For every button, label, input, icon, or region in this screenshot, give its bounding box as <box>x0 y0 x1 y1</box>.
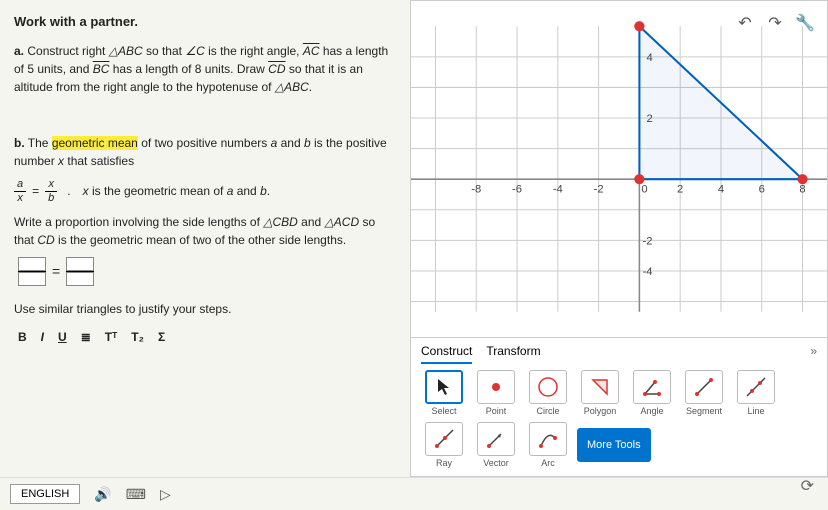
expand-icon[interactable]: » <box>810 344 817 364</box>
tool-vector[interactable]: Vector <box>473 422 519 468</box>
audio-icon[interactable]: 🔊 <box>94 486 111 503</box>
tool-select[interactable]: Select <box>421 370 467 416</box>
list-button[interactable]: ≣ <box>81 328 91 346</box>
numerator-input-1[interactable] <box>18 257 46 271</box>
vertex-point[interactable] <box>634 174 644 184</box>
coordinate-grid[interactable]: -8 -6 -4 -2 0 2 4 6 8 2 4 -2 -4 <box>411 1 827 337</box>
part-b: b. The geometric mean of two positive nu… <box>14 134 396 170</box>
tool-polygon[interactable]: Polygon <box>577 370 623 416</box>
vertex-point[interactable] <box>634 21 644 31</box>
tab-construct[interactable]: Construct <box>421 344 472 364</box>
vertex-point[interactable] <box>797 174 807 184</box>
tools-area: Construct Transform » Select Point Circl… <box>411 337 827 476</box>
refresh-icon[interactable]: ⟳ <box>801 476 814 496</box>
svg-text:2: 2 <box>677 183 683 195</box>
denominator-input-2[interactable] <box>66 272 94 286</box>
tab-transform[interactable]: Transform <box>486 344 540 364</box>
svg-text:-4: -4 <box>643 266 653 278</box>
italic-button[interactable]: I <box>41 328 44 346</box>
undo-icon[interactable]: ↶ <box>735 13 755 33</box>
wrench-icon[interactable]: 🔧 <box>795 13 815 33</box>
play-icon[interactable]: ▷ <box>160 486 171 503</box>
tool-line[interactable]: Line <box>733 370 779 416</box>
underline-button[interactable]: U <box>58 328 67 346</box>
tool-tabs: Construct Transform » <box>421 344 817 364</box>
denominator-input-1[interactable] <box>18 272 46 286</box>
bold-button[interactable]: B <box>18 328 27 346</box>
heading: Work with a partner. <box>14 12 396 32</box>
svg-text:4: 4 <box>718 183 724 195</box>
part-a: a. Construct right △ABC so that ∠C is th… <box>14 42 396 96</box>
superscript-button[interactable]: Tᵀ <box>105 328 118 346</box>
svg-text:-8: -8 <box>471 183 481 195</box>
svg-text:0: 0 <box>641 183 647 195</box>
numerator-input-2[interactable] <box>66 257 94 271</box>
justify-text: Use similar triangles to justify your st… <box>14 300 396 318</box>
more-tools-button[interactable]: More Tools <box>577 428 651 462</box>
language-button[interactable]: ENGLISH <box>10 484 80 504</box>
geometry-panel: ↶ ↷ 🔧 -8 -6 -4 <box>410 0 828 477</box>
proportion-input[interactable]: = <box>18 257 396 286</box>
tool-ray[interactable]: Ray <box>421 422 467 468</box>
format-toolbar: B I U ≣ Tᵀ T₂ Σ <box>10 326 396 348</box>
svg-text:-6: -6 <box>512 183 522 195</box>
tool-point[interactable]: Point <box>473 370 519 416</box>
svg-text:-2: -2 <box>643 235 653 247</box>
write-proportion: Write a proportion involving the side le… <box>14 213 396 249</box>
keyboard-icon[interactable]: ⌨ <box>126 486 146 503</box>
svg-text:8: 8 <box>799 183 805 195</box>
redo-icon[interactable]: ↷ <box>765 13 785 33</box>
question-panel: Work with a partner. a. Construct right … <box>0 0 410 477</box>
graph-area[interactable]: -8 -6 -4 -2 0 2 4 6 8 2 4 -2 -4 <box>411 1 827 337</box>
tool-circle[interactable]: Circle <box>525 370 571 416</box>
sigma-button[interactable]: Σ <box>158 328 165 346</box>
tool-arc[interactable]: Arc <box>525 422 571 468</box>
tool-segment[interactable]: Segment <box>681 370 727 416</box>
svg-text:-2: -2 <box>594 183 604 195</box>
subscript-button[interactable]: T₂ <box>131 328 144 346</box>
tool-angle[interactable]: Angle <box>629 370 675 416</box>
bottom-bar: ENGLISH 🔊 ⌨ ▷ <box>0 477 828 510</box>
ratio-line: ax = xb . x is the geometric mean of a a… <box>14 178 396 205</box>
svg-text:-4: -4 <box>553 183 563 195</box>
svg-text:6: 6 <box>759 183 765 195</box>
